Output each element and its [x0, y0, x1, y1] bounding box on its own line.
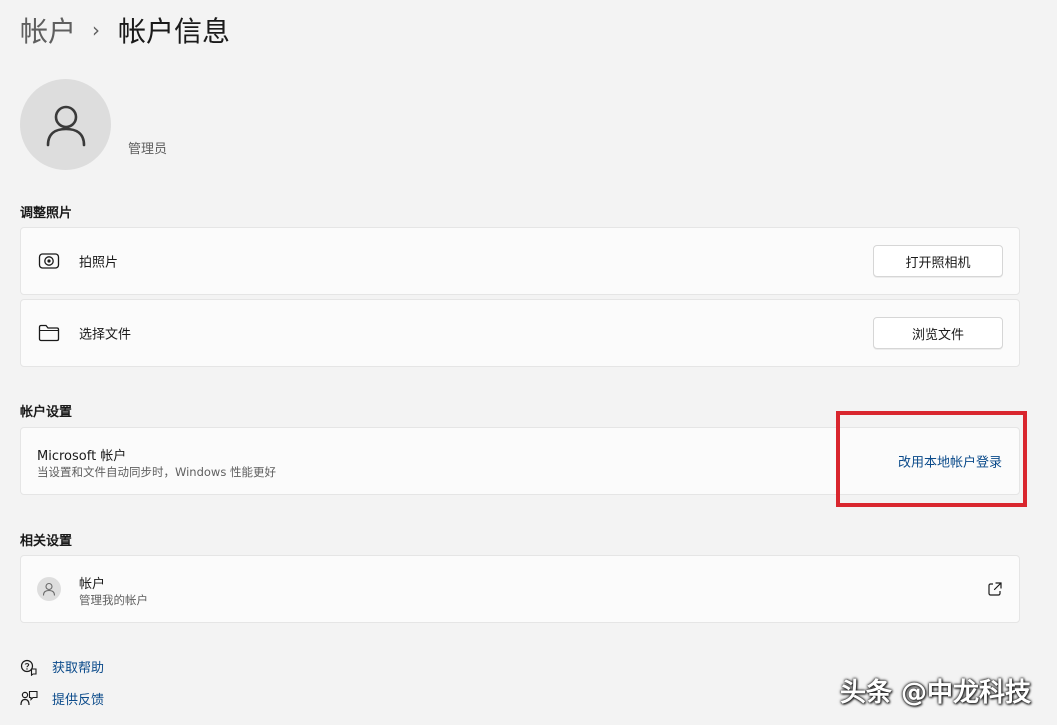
accounts-link-card[interactable]: 帐户 管理我的帐户 [20, 555, 1020, 623]
related-settings-title: 相关设置 [20, 534, 73, 549]
photo-section-title: 调整照片 [20, 206, 73, 221]
take-photo-card: 拍照片 打开照相机 [20, 227, 1020, 295]
watermark-text: 头条 @中龙科技 [840, 678, 1032, 708]
accounts-description: 管理我的帐户 [79, 593, 148, 607]
accounts-title: 帐户 [79, 577, 106, 592]
give-feedback-label: 提供反馈 [52, 693, 105, 708]
get-help-label: 获取帮助 [52, 661, 105, 676]
choose-file-label: 选择文件 [79, 327, 132, 343]
external-link-icon [988, 582, 1002, 596]
microsoft-account-title: Microsoft 帐户 [37, 449, 127, 464]
camera-icon [38, 250, 60, 272]
avatar [20, 79, 111, 170]
breadcrumb-separator-icon: › [92, 18, 101, 42]
account-settings-title: 帐户设置 [20, 405, 73, 420]
user-icon [46, 105, 85, 146]
user-name: 管理员 [128, 142, 168, 157]
feedback-icon [20, 690, 38, 705]
breadcrumb-parent[interactable]: 帐户 [20, 10, 76, 50]
help-icon [20, 659, 37, 676]
browse-files-button[interactable]: 浏览文件 [873, 317, 1003, 349]
take-photo-label: 拍照片 [79, 255, 119, 271]
give-feedback-link[interactable]: 提供反馈 [20, 689, 104, 708]
choose-file-card: 选择文件 浏览文件 [20, 299, 1020, 367]
microsoft-account-description: 当设置和文件自动同步时，Windows 性能更好 [37, 465, 276, 479]
breadcrumb: 帐户 › 帐户信息 [20, 10, 230, 50]
highlight-annotation-box [836, 411, 1027, 507]
page-title: 帐户信息 [118, 15, 231, 48]
open-camera-button[interactable]: 打开照相机 [873, 245, 1003, 277]
folder-icon [38, 322, 60, 344]
account-avatar-icon [37, 577, 61, 601]
get-help-link[interactable]: 获取帮助 [20, 657, 104, 676]
